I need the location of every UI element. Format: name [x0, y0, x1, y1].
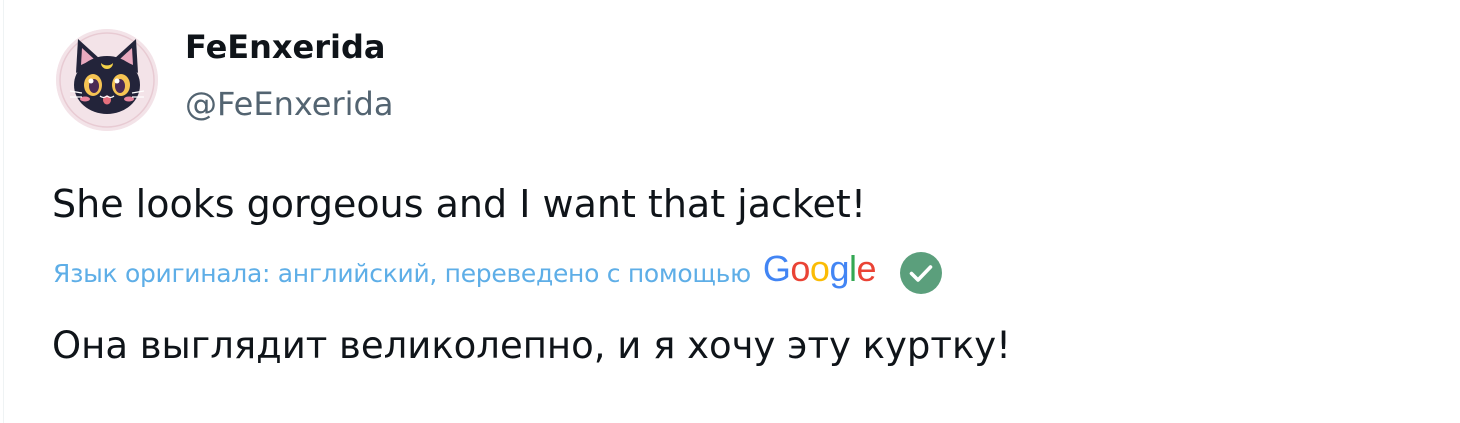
translation-attribution: Язык оригинала: английский, переведено с…	[53, 248, 942, 296]
google-logo-letter: o	[790, 248, 810, 289]
google-logo-letter: e	[856, 248, 876, 289]
google-logo-letter: o	[809, 248, 830, 289]
black-cat-avatar-icon	[56, 29, 158, 131]
avatar[interactable]	[56, 29, 158, 131]
translation-note[interactable]: Язык оригинала: английский, переведено с…	[53, 259, 751, 288]
google-logo-letter: G	[762, 248, 791, 289]
author-handle[interactable]: @FeEnxerida	[185, 84, 393, 124]
google-logo-letter: g	[829, 248, 849, 289]
check-circle-icon	[900, 252, 942, 294]
translated-text: Она выглядит великолепно, и я хочу эту к…	[52, 324, 1012, 367]
tweet-text: She looks gorgeous and I want that jacke…	[52, 182, 867, 226]
google-logo[interactable]: Google	[762, 248, 877, 290]
author-display-name[interactable]: FeEnxerida	[185, 27, 386, 67]
tweet-card: FeEnxerida @FeEnxerida She looks gorgeou…	[3, 0, 1460, 423]
